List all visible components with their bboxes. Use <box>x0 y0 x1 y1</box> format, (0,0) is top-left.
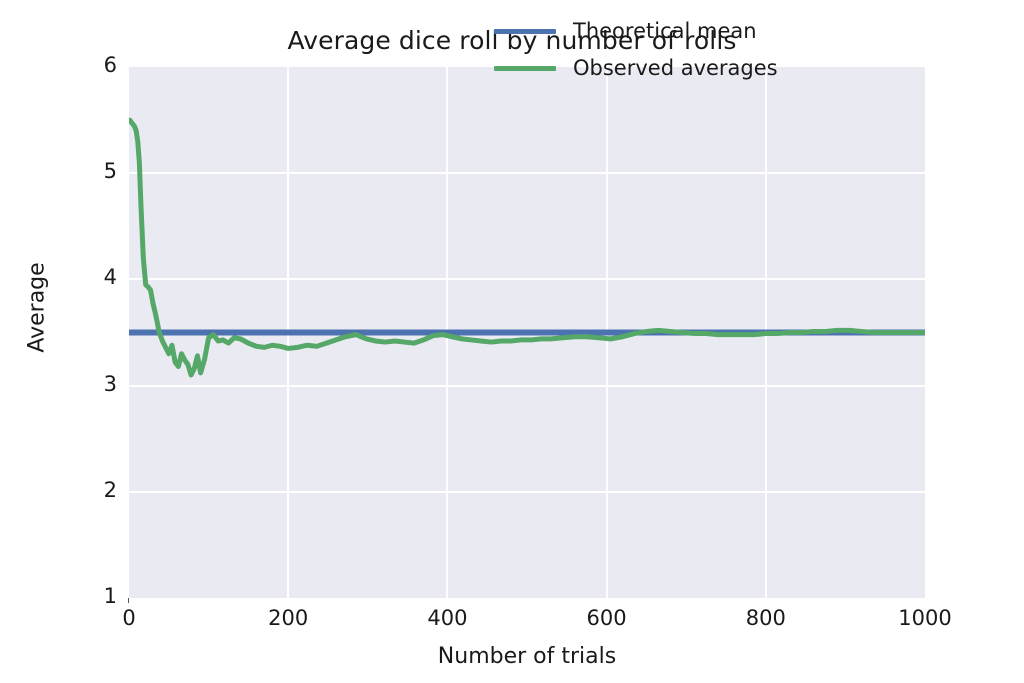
plot-area <box>129 67 925 598</box>
x-axis-ticks: 0 200 400 600 800 1000 <box>122 606 951 636</box>
y-tick-label: 2 <box>103 477 117 502</box>
y-tick-label: 6 <box>103 53 117 77</box>
x-tick-label: 800 <box>745 606 786 630</box>
y-axis-label: Average <box>24 262 50 353</box>
x-axis-tick-mark <box>128 598 129 603</box>
y-tick-label: 4 <box>103 265 117 290</box>
legend-label-theoretical-mean: Theoretical mean <box>573 19 757 43</box>
chart-legend: Theoretical mean Observed averages <box>494 19 778 80</box>
y-tick-label: 3 <box>103 371 117 396</box>
legend-label-observed-averages: Observed averages <box>573 56 778 80</box>
legend-item-theoretical-mean: Theoretical mean <box>494 19 778 43</box>
x-tick-label: 600 <box>586 606 627 630</box>
observed-averages-line <box>129 117 925 378</box>
x-tick-label: 200 <box>268 606 309 630</box>
x-tick-label: 400 <box>427 606 468 630</box>
chart-figure: Average dice roll by number of rolls 123… <box>0 0 1024 683</box>
legend-swatch-theoretical-mean <box>494 28 556 34</box>
y-tick-label: 5 <box>103 159 117 184</box>
legend-item-observed-averages: Observed averages <box>494 56 778 80</box>
y-axis-spine <box>127 67 128 598</box>
y-tick-label: 1 <box>103 584 117 608</box>
data-series-svg <box>129 117 925 378</box>
x-axis-label: Number of trials <box>437 644 617 669</box>
x-tick-label: 0 <box>122 606 136 630</box>
x-tick-label: 1000 <box>898 606 952 630</box>
y-axis-ticks: 1 2 3 4 5 6 <box>69 53 117 608</box>
legend-swatch-observed-averages <box>494 65 556 71</box>
